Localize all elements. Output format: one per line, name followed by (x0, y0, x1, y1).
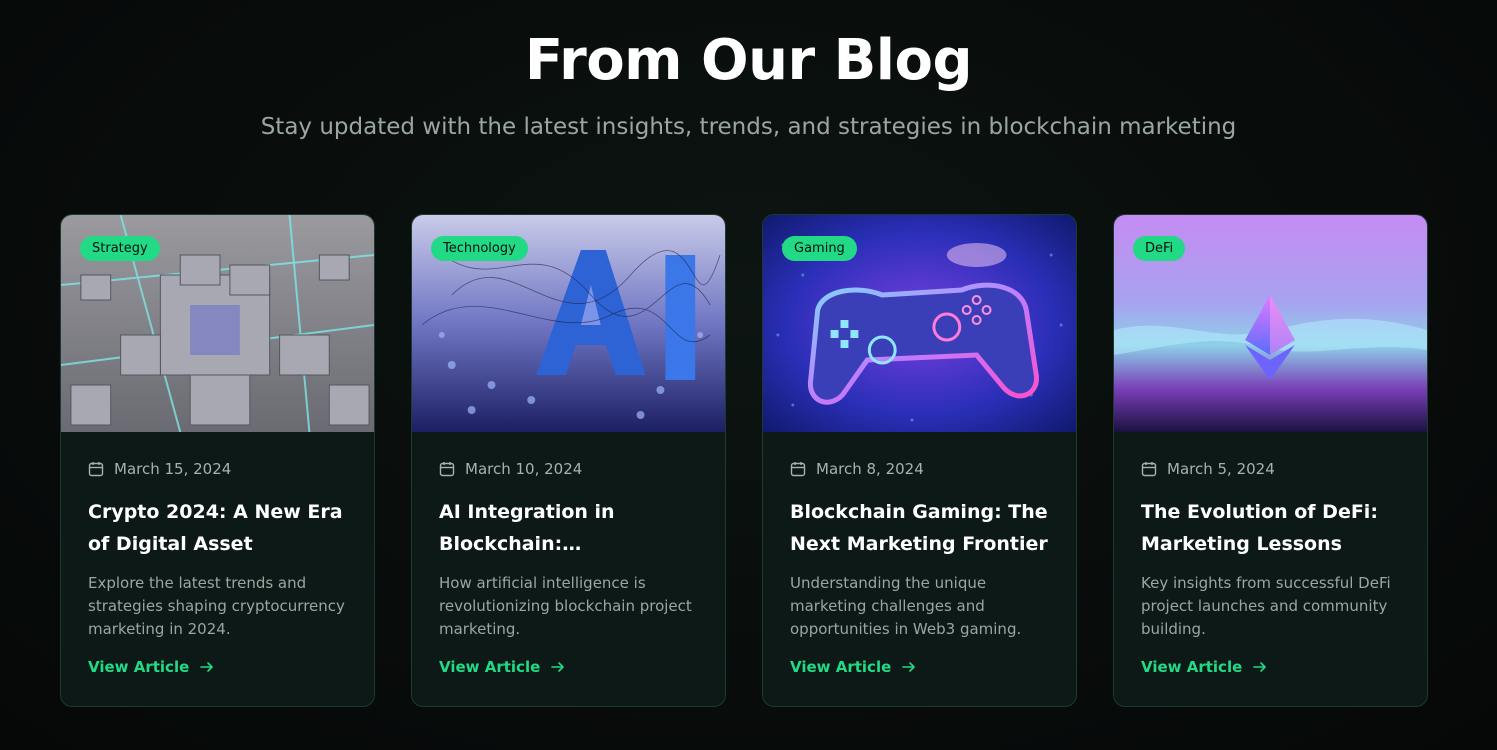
arrow-right-icon (1253, 662, 1267, 672)
section-subtitle: Stay updated with the latest insights, t… (260, 114, 1237, 140)
blog-card-list: Strategy March 15, 2024 Crypto 2024: A N… (60, 214, 1428, 707)
view-article-link[interactable]: View Article (88, 658, 215, 676)
view-article-label: View Article (439, 658, 541, 676)
blog-section: From Our Blog Stay updated with the late… (0, 0, 1497, 750)
section-title: From Our Blog (524, 28, 973, 93)
post-excerpt: How artificial intelligence is revolutio… (439, 574, 692, 638)
post-date-text: March 15, 2024 (114, 460, 232, 478)
post-date: March 8, 2024 (790, 460, 1049, 478)
arrow-right-icon (200, 662, 214, 672)
view-article-label: View Article (88, 658, 190, 676)
post-excerpt: Key insights from successful DeFi projec… (1141, 574, 1391, 638)
arrow-right-icon (551, 662, 565, 672)
post-date-text: March 5, 2024 (1167, 460, 1275, 478)
post-title[interactable]: AI Integration in Blockchain: Marketing.… (439, 496, 698, 560)
post-excerpt: Understanding the unique marketing chall… (790, 574, 1022, 638)
post-date: March 5, 2024 (1141, 460, 1400, 478)
calendar-icon (439, 462, 455, 477)
calendar-icon (790, 462, 806, 477)
blog-card-image[interactable]: Strategy (61, 215, 374, 432)
post-title[interactable]: Crypto 2024: A New Era of Digital Asset … (88, 496, 347, 560)
category-badge: Gaming (782, 236, 857, 261)
view-article-link[interactable]: View Article (1141, 658, 1268, 676)
category-badge: Strategy (80, 236, 160, 261)
post-date-text: March 10, 2024 (465, 460, 583, 478)
blog-card[interactable]: Gaming March 8, 2024 Blockchain Gaming: … (762, 214, 1077, 707)
view-article-link[interactable]: View Article (439, 658, 566, 676)
blog-card-image[interactable]: DeFi (1114, 215, 1427, 432)
blog-card[interactable]: DeFi March 5, 2024 The Evolution of DeFi… (1113, 214, 1428, 707)
view-article-link[interactable]: View Article (790, 658, 917, 676)
blog-card-image[interactable]: Gaming (763, 215, 1076, 432)
post-date: March 10, 2024 (439, 460, 698, 478)
post-title[interactable]: Blockchain Gaming: The Next Marketing Fr… (790, 496, 1049, 560)
post-date-text: March 8, 2024 (816, 460, 924, 478)
calendar-icon (88, 462, 104, 477)
view-article-label: View Article (790, 658, 892, 676)
post-date: March 15, 2024 (88, 460, 347, 478)
post-title[interactable]: The Evolution of DeFi: Marketing Lessons… (1141, 496, 1400, 560)
category-badge: DeFi (1133, 236, 1186, 261)
category-badge: Technology (431, 236, 528, 261)
blog-card-image[interactable]: Technology (412, 215, 725, 432)
arrow-right-icon (902, 662, 916, 672)
blog-card[interactable]: Technology March 10, 2024 AI Integration… (411, 214, 726, 707)
view-article-label: View Article (1141, 658, 1243, 676)
blog-card[interactable]: Strategy March 15, 2024 Crypto 2024: A N… (60, 214, 375, 707)
post-excerpt: Explore the latest trends and strategies… (88, 574, 345, 638)
calendar-icon (1141, 462, 1157, 477)
